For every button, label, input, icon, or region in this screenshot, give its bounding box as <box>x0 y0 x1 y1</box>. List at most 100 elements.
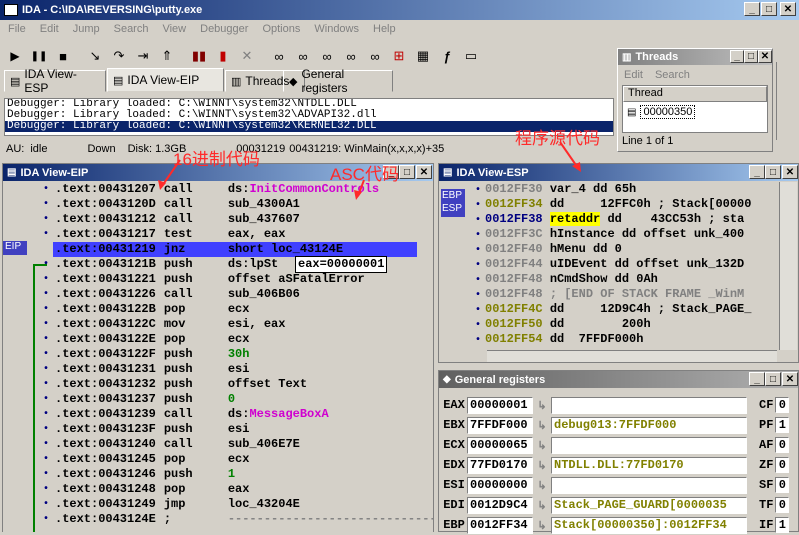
minimize-button[interactable]: _ <box>744 2 760 16</box>
threads-minimize-button[interactable]: _ <box>730 50 744 63</box>
flag-field[interactable]: PF 1 <box>759 417 791 434</box>
grid-icon[interactable]: ⊞ <box>388 45 410 67</box>
flag-field[interactable]: AF 0 <box>759 437 791 454</box>
trace2-icon[interactable]: ∞ <box>292 45 314 67</box>
eip-close-button[interactable]: ✕ <box>416 165 432 179</box>
register-value[interactable]: 0012FF34 <box>467 516 533 534</box>
menu-options[interactable]: Options <box>262 23 300 39</box>
tab-ida-view-esp[interactable]: ▤ IDA View-ESP <box>4 67 106 95</box>
run-to-cursor-icon[interactable]: ⇥ <box>132 45 154 67</box>
delete-breakpoint-icon[interactable]: ✕ <box>236 45 258 67</box>
esp-maximize-button[interactable]: □ <box>765 165 781 179</box>
threads-close-button[interactable]: ✕ <box>758 50 772 63</box>
disasm-line[interactable]: • .text:00431237 push 0 <box>3 392 433 407</box>
trace3-icon[interactable]: ∞ <box>316 45 338 67</box>
esp-title-bar[interactable]: ▤ IDA View-ESP _ □ ✕ <box>439 164 798 181</box>
breakpoint-icon[interactable]: ▮ <box>212 45 234 67</box>
register-value[interactable]: 77FD0170 <box>467 456 533 474</box>
disasm-line[interactable]: • .text:0043122F push 30h <box>3 347 433 362</box>
jump-icon[interactable]: ↳ <box>533 519 551 532</box>
menu-help[interactable]: Help <box>373 23 396 39</box>
stack-line[interactable]: • 0012FF50 dd 200h <box>439 317 779 332</box>
disasm-line[interactable]: • .text:00431221 push offset aSFatalError <box>3 272 433 287</box>
trace4-icon[interactable]: ∞ <box>340 45 362 67</box>
disasm-line[interactable]: • .text:00431240 call sub_406E7E <box>3 437 433 452</box>
eip-maximize-button[interactable]: □ <box>399 165 415 179</box>
run-button[interactable]: ▶ <box>4 45 26 67</box>
flag-field[interactable]: TF 0 <box>759 497 791 514</box>
disasm-line[interactable]: • .text:0043122C mov esi, eax <box>3 317 433 332</box>
stack-line[interactable]: • 0012FF54 dd 7FFDF000h <box>439 332 779 347</box>
disasm-line[interactable]: • .text:0043120D call sub_4300A1 <box>3 197 433 212</box>
maximize-button[interactable]: □ <box>761 2 777 16</box>
flag-field[interactable]: CF 0 <box>759 397 791 414</box>
threads-menu-search[interactable]: Search <box>655 69 690 81</box>
register-value[interactable]: 00000001 <box>467 396 533 414</box>
flag-field[interactable]: IF 1 <box>759 517 791 534</box>
window-icon[interactable]: ▭ <box>460 45 482 67</box>
reg-minimize-button[interactable]: _ <box>749 372 765 386</box>
step-into-icon[interactable]: ↘ <box>84 45 106 67</box>
thread-row[interactable]: ▤ 00000350 <box>623 102 767 122</box>
register-value[interactable]: 00000065 <box>467 436 533 454</box>
breakpoint-list-icon[interactable]: ▮▮ <box>188 45 210 67</box>
stack-line[interactable]: • 0012FF4C dd 12D9C4h ; Stack_PAGE_ <box>439 302 779 317</box>
stack-line[interactable]: • 0012FF38 retaddr dd 43CC53h ; sta <box>439 212 779 227</box>
disasm-line[interactable]: .text:00431219 jnz short loc_43124E <box>53 242 417 257</box>
disasm-line[interactable]: • .text:0043122B pop ecx <box>3 302 433 317</box>
threads-maximize-button[interactable]: □ <box>744 50 758 63</box>
table-icon[interactable]: ▦ <box>412 45 434 67</box>
disasm-line[interactable]: • .text:0043123F push esi <box>3 422 433 437</box>
trace5-icon[interactable]: ∞ <box>364 45 386 67</box>
menu-edit[interactable]: Edit <box>40 23 59 39</box>
esp-hscrollbar[interactable] <box>487 350 777 362</box>
stack-line[interactable]: • 0012FF40 hMenu dd 0 <box>439 242 779 257</box>
esp-scrollbar[interactable] <box>779 182 797 350</box>
tab-general-registers[interactable]: ◆ General registers <box>283 67 393 95</box>
stack-line[interactable]: • 0012FF48 ; [END OF STACK FRAME _WinM <box>439 287 779 302</box>
jump-icon[interactable]: ↳ <box>533 419 551 432</box>
pause-button[interactable]: ❚❚ <box>28 45 50 67</box>
jump-icon[interactable]: ↳ <box>533 499 551 512</box>
stack-line[interactable]: • 0012FF44 uIDEvent dd offset unk_132D <box>439 257 779 272</box>
menu-search[interactable]: Search <box>114 23 149 39</box>
flag-field[interactable]: ZF 0 <box>759 457 791 474</box>
threads-menu-edit[interactable]: Edit <box>624 69 643 81</box>
step-over-icon[interactable]: ↷ <box>108 45 130 67</box>
disasm-line[interactable]: • .text:00431226 call sub_406B06 <box>3 287 433 302</box>
flag-field[interactable]: SF 0 <box>759 477 791 494</box>
jump-icon[interactable]: ↳ <box>533 399 551 412</box>
menu-file[interactable]: File <box>8 23 26 39</box>
esp-minimize-button[interactable]: _ <box>749 165 765 179</box>
disasm-line[interactable]: • .text:0043122E pop ecx <box>3 332 433 347</box>
menu-windows[interactable]: Windows <box>314 23 359 39</box>
menu-debugger[interactable]: Debugger <box>200 23 248 39</box>
disasm-line[interactable]: • .text:00431246 push 1 <box>3 467 433 482</box>
esp-close-button[interactable]: ✕ <box>782 165 798 179</box>
register-value[interactable]: 0012D9C4 <box>467 496 533 514</box>
register-value[interactable]: 7FFDF000 <box>467 416 533 434</box>
disasm-line[interactable]: • .text:00431239 call ds:MessageBoxA <box>3 407 433 422</box>
reg-close-button[interactable]: ✕ <box>782 372 798 386</box>
threads-title-bar[interactable]: ▥ Threads _ □ ✕ <box>618 49 772 65</box>
disasm-line[interactable]: • .text:00431212 call sub_437607 <box>3 212 433 227</box>
jump-icon[interactable]: ↳ <box>533 459 551 472</box>
stack-line[interactable]: • 0012FF34 dd 12FFC0h ; Stack[00000 <box>439 197 779 212</box>
disasm-line[interactable]: • .text:00431232 push offset Text <box>3 377 433 392</box>
threads-column-header[interactable]: Thread <box>623 86 767 102</box>
disasm-line[interactable]: • .text:00431231 push esi <box>3 362 433 377</box>
registers-title-bar[interactable]: ◆ General registers _ □ ✕ <box>439 371 798 388</box>
disasm-line[interactable]: • .text:00431248 pop eax <box>3 482 433 497</box>
menu-jump[interactable]: Jump <box>73 23 100 39</box>
function-icon[interactable]: ƒ <box>436 45 458 67</box>
disasm-line[interactable]: • .text:00431245 pop ecx <box>3 452 433 467</box>
register-value[interactable]: 00000000 <box>467 476 533 494</box>
trace-icon[interactable]: ∞ <box>268 45 290 67</box>
step-out-icon[interactable]: ⇑ <box>156 45 178 67</box>
jump-icon[interactable]: ↳ <box>533 479 551 492</box>
stop-button[interactable]: ■ <box>52 45 74 67</box>
jump-icon[interactable]: ↳ <box>533 439 551 452</box>
menu-view[interactable]: View <box>162 23 186 39</box>
esp-stack-view[interactable]: • 0012FF30 var_4 dd 65h • 0012FF34 dd 12FFC… <box>439 182 779 350</box>
tab-ida-view-eip[interactable]: ▤ IDA View-EIP <box>107 68 224 92</box>
